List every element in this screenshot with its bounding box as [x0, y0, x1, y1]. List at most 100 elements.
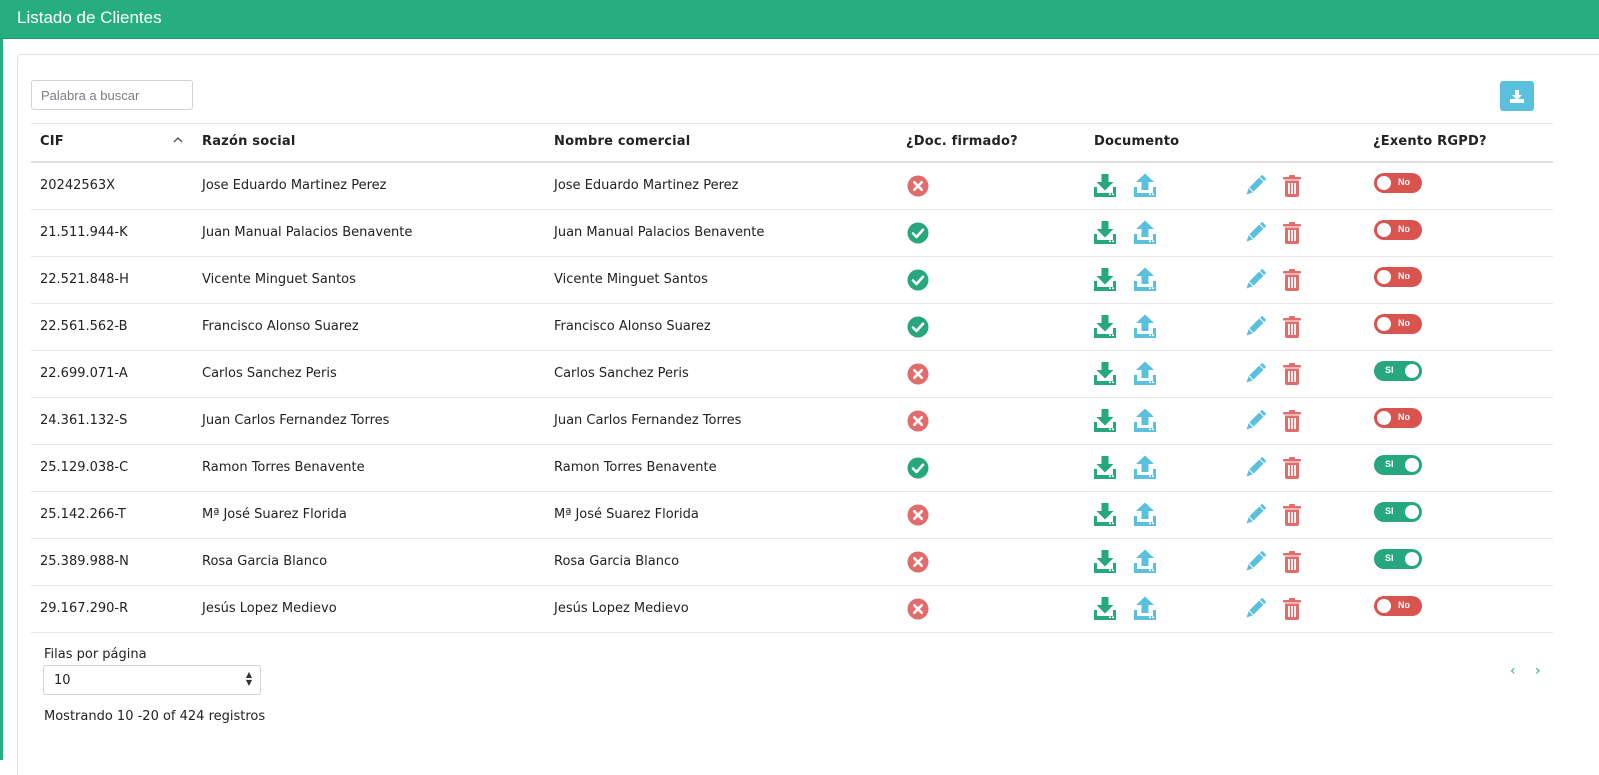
row-divider [31, 256, 1553, 257]
download-document-icon[interactable] [1093, 455, 1117, 483]
times-circle-icon [907, 504, 929, 530]
cell-nombre-comercial: Ramon Torres Benavente [554, 460, 717, 475]
upload-document-icon[interactable] [1133, 220, 1157, 248]
upload-document-icon[interactable] [1133, 502, 1157, 530]
toggle-label: No [1398, 412, 1410, 422]
toggle-label: No [1398, 271, 1410, 281]
upload-document-icon[interactable] [1133, 361, 1157, 389]
exento-rgpd-toggle[interactable]: SI [1374, 361, 1422, 381]
exento-rgpd-toggle[interactable]: SI [1374, 502, 1422, 522]
trash-icon[interactable] [1282, 410, 1302, 436]
toggle-label: SI [1385, 506, 1394, 516]
left-accent-bar [0, 38, 3, 760]
toggle-label: No [1398, 177, 1410, 187]
pencil-icon[interactable] [1244, 504, 1266, 530]
cell-cif: 22.699.071-A [40, 366, 128, 381]
pencil-icon[interactable] [1244, 457, 1266, 483]
times-circle-icon [907, 551, 929, 577]
column-header-cif[interactable]: CIF [40, 134, 64, 149]
upload-document-icon[interactable] [1133, 455, 1157, 483]
download-document-icon[interactable] [1093, 173, 1117, 201]
upload-document-icon[interactable] [1133, 314, 1157, 342]
pencil-icon[interactable] [1244, 551, 1266, 577]
trash-icon[interactable] [1282, 316, 1302, 342]
table-header-border [31, 161, 1553, 163]
sort-ascending-icon[interactable] [173, 136, 183, 143]
cell-razon-social: Juan Manual Palacios Benavente [202, 225, 413, 240]
download-document-icon[interactable] [1093, 314, 1117, 342]
pencil-icon[interactable] [1244, 363, 1266, 389]
download-document-icon[interactable] [1093, 220, 1117, 248]
next-page-button[interactable]: › [1535, 663, 1541, 679]
upload-document-icon[interactable] [1133, 549, 1157, 577]
cell-razon-social: Jesús Lopez Medievo [202, 601, 337, 616]
upload-document-icon[interactable] [1133, 408, 1157, 436]
column-header-razon-social[interactable]: Razón social [202, 134, 296, 149]
row-divider [31, 444, 1553, 445]
trash-icon[interactable] [1282, 457, 1302, 483]
toggle-knob [1377, 317, 1391, 331]
exento-rgpd-toggle[interactable]: No [1374, 220, 1422, 240]
toggle-label: No [1398, 318, 1410, 328]
trash-icon[interactable] [1282, 598, 1302, 624]
trash-icon[interactable] [1282, 269, 1302, 295]
page-header: Listado de Clientes [0, 0, 1599, 39]
rows-per-page-select[interactable]: 10 ▲ ▼ [43, 665, 261, 695]
row-divider [31, 538, 1553, 539]
pencil-icon[interactable] [1244, 269, 1266, 295]
exento-rgpd-toggle[interactable]: No [1374, 267, 1422, 287]
column-header-documento[interactable]: Documento [1094, 134, 1179, 149]
trash-icon[interactable] [1282, 222, 1302, 248]
pencil-icon[interactable] [1244, 316, 1266, 342]
search-input[interactable] [31, 80, 193, 110]
toggle-knob [1377, 270, 1391, 284]
download-document-icon[interactable] [1093, 361, 1117, 389]
row-divider [31, 397, 1553, 398]
check-circle-icon [907, 457, 929, 483]
toggle-knob [1377, 223, 1391, 237]
exento-rgpd-toggle[interactable]: No [1374, 408, 1422, 428]
cell-razon-social: Carlos Sanchez Peris [202, 366, 337, 381]
pencil-icon[interactable] [1244, 222, 1266, 248]
pencil-icon[interactable] [1244, 598, 1266, 624]
download-document-icon[interactable] [1093, 408, 1117, 436]
cell-razon-social: Francisco Alonso Suarez [202, 319, 359, 334]
export-button[interactable] [1500, 81, 1534, 111]
exento-rgpd-toggle[interactable]: SI [1374, 455, 1422, 475]
download-document-icon[interactable] [1093, 502, 1117, 530]
column-header-exento-rgpd[interactable]: ¿Exento RGPD? [1373, 134, 1487, 149]
download-document-icon[interactable] [1093, 267, 1117, 295]
upload-document-icon[interactable] [1133, 173, 1157, 201]
cell-cif: 25.129.038-C [40, 460, 129, 475]
trash-icon[interactable] [1282, 504, 1302, 530]
cell-nombre-comercial: Vicente Minguet Santos [554, 272, 708, 287]
row-divider [31, 632, 1553, 633]
trash-icon[interactable] [1282, 551, 1302, 577]
previous-page-button[interactable]: ‹ [1510, 663, 1516, 679]
cell-cif: 22.561.562-B [40, 319, 128, 334]
upload-document-icon[interactable] [1133, 596, 1157, 624]
exento-rgpd-toggle[interactable]: No [1374, 596, 1422, 616]
column-header-doc-firmado[interactable]: ¿Doc. firmado? [906, 134, 1018, 149]
cell-razon-social: Mª José Suarez Florida [202, 507, 347, 522]
exento-rgpd-toggle[interactable]: No [1374, 314, 1422, 334]
cell-nombre-comercial: Carlos Sanchez Peris [554, 366, 689, 381]
trash-icon[interactable] [1282, 175, 1302, 201]
cell-nombre-comercial: Rosa Garcia Blanco [554, 554, 680, 569]
rows-per-page-value: 10 [54, 673, 71, 688]
column-header-nombre-comercial[interactable]: Nombre comercial [554, 134, 690, 149]
cell-nombre-comercial: Juan Carlos Fernandez Torres [554, 413, 742, 428]
trash-icon[interactable] [1282, 363, 1302, 389]
toggle-knob [1377, 176, 1391, 190]
cell-cif: 21.511.944-K [40, 225, 128, 240]
exento-rgpd-toggle[interactable]: No [1374, 173, 1422, 193]
download-document-icon[interactable] [1093, 596, 1117, 624]
download-document-icon[interactable] [1093, 549, 1117, 577]
select-arrows-icon: ▲ ▼ [245, 670, 252, 687]
pencil-icon[interactable] [1244, 175, 1266, 201]
pencil-icon[interactable] [1244, 410, 1266, 436]
exento-rgpd-toggle[interactable]: SI [1374, 549, 1422, 569]
cell-cif: 25.389.988-N [40, 554, 129, 569]
upload-document-icon[interactable] [1133, 267, 1157, 295]
row-divider [31, 350, 1553, 351]
